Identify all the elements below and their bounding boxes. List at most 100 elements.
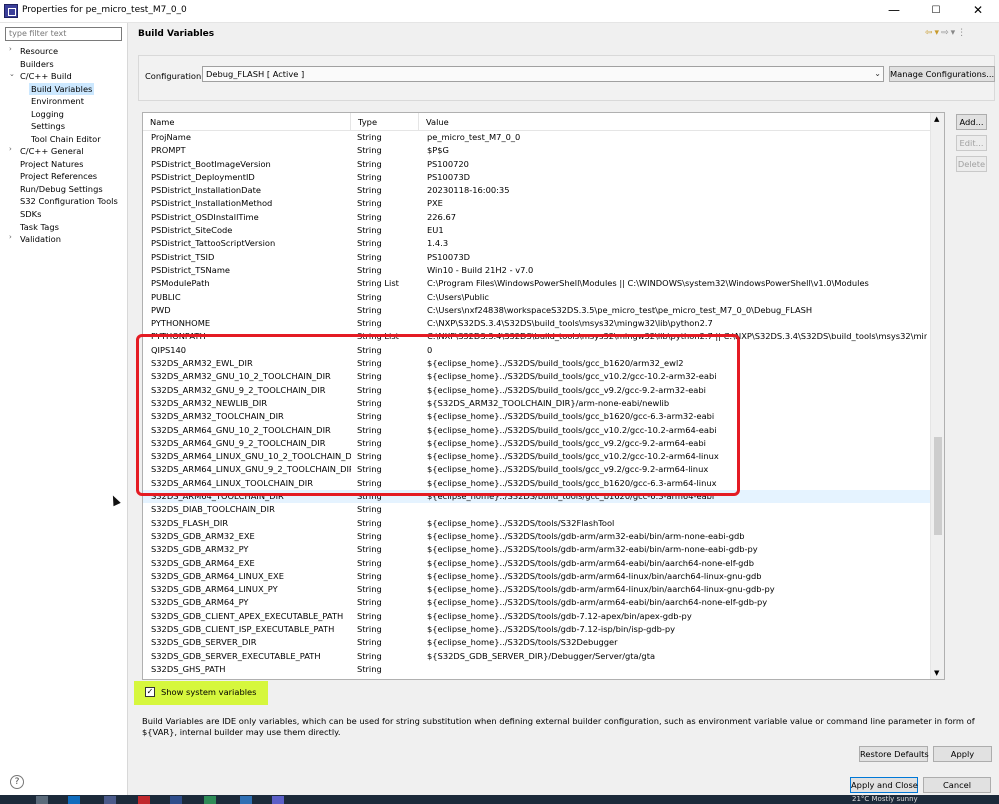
tree-collapsed-icon[interactable]: › (9, 45, 12, 53)
edit-button[interactable]: Edit... (956, 135, 987, 151)
table-row[interactable]: PSModulePath String List C:\Program Files\… (143, 277, 931, 290)
s32-icon[interactable] (170, 796, 182, 804)
table-row[interactable]: S32DS_ARM64_GNU_10_2_TOOLCHAIN_DIR String… (143, 424, 931, 437)
teams-icon[interactable] (272, 796, 284, 804)
outlook-icon[interactable] (68, 796, 80, 804)
tree-item-tool-chain-editor[interactable]: Tool Chain Editor (31, 133, 101, 145)
tree-item-environment[interactable]: Environment (31, 95, 84, 107)
apply-button[interactable]: Apply (933, 746, 992, 762)
checkbox-check-icon[interactable]: ✓ (145, 687, 155, 697)
scroll-down-icon[interactable]: ▼ (934, 669, 939, 677)
table-row[interactable]: S32DS_GDB_ARM64_LINUX_EXE String ${eclipse… (143, 570, 931, 583)
build-variables-table: Name Type Value ProjName String pe_micro_t… (142, 112, 945, 680)
table-row[interactable]: S32DS_GDB_ARM32_PY String ${eclipse_home}.… (143, 543, 931, 556)
table-scrollbar[interactable]: ▲ ▼ (930, 113, 944, 679)
tree-item-project-references[interactable]: Project References (20, 170, 97, 182)
cancel-button[interactable]: Cancel (923, 777, 991, 793)
tree-item-project-natures[interactable]: Project Natures (20, 158, 83, 170)
table-row[interactable]: PSDistrict_InstallationMethod String PXE (143, 197, 931, 210)
table-row[interactable]: S32DS_ARM32_TOOLCHAIN_DIR String ${eclipse… (143, 410, 931, 423)
tree-item-build-variables[interactable]: Build Variables (29, 83, 95, 95)
tree-item-builders[interactable]: Builders (20, 58, 54, 70)
configuration-select[interactable]: Debug_FLASH [ Active ] ⌄ (202, 66, 884, 82)
minimize-button[interactable]: — (873, 0, 915, 22)
forward-arrow-icon[interactable]: ⇨▾ (941, 28, 957, 38)
column-header-name[interactable]: Name (143, 113, 351, 131)
tree-expanded-icon[interactable]: ⌄ (9, 70, 15, 78)
scroll-up-icon[interactable]: ▲ (934, 115, 939, 123)
tree-item-task-tags[interactable]: Task Tags (20, 221, 59, 233)
tree-item-c-c-build[interactable]: C/C++ Build (20, 70, 72, 82)
table-row[interactable]: S32DS_ARM64_LINUX_GNU_10_2_TOOLCHAIN_DIR… (143, 450, 931, 463)
close-button[interactable]: ✕ (957, 0, 999, 22)
table-row[interactable]: S32DS_GDB_ARM64_EXE String ${eclipse_home}… (143, 557, 931, 570)
table-row[interactable]: S32DS_GDB_ARM32_EXE String ${eclipse_home}… (143, 530, 931, 543)
tree-item-resource[interactable]: Resource (20, 45, 58, 57)
save-icon[interactable] (104, 796, 116, 804)
table-row[interactable]: PSDistrict_TSID String PS10073D (143, 251, 931, 264)
tree-item-sdks[interactable]: SDKs (20, 208, 41, 220)
table-row[interactable]: S32DS_GDB_CLIENT_APEX_EXECUTABLE_PATH Str… (143, 610, 931, 623)
help-icon[interactable]: ? (10, 775, 24, 789)
tree-item-logging[interactable]: Logging (31, 108, 64, 120)
table-row[interactable]: PWD String C:\Users\nxf24838\workspaceS32D… (143, 304, 931, 317)
explorer-icon[interactable] (36, 796, 48, 804)
table-row[interactable]: PSDistrict_SiteCode String EU1 (143, 224, 931, 237)
table-row[interactable]: PYTHONHOME String C:\NXP\S32DS.3.4\S32DS\b… (143, 317, 931, 330)
table-row[interactable]: PROMPT String $P$G (143, 144, 931, 157)
table-row[interactable]: S32DS_GDB_ARM64_PY String ${eclipse_home}.… (143, 596, 931, 609)
table-row[interactable]: S32DS_ARM32_NEWLIB_DIR String ${S32DS_ARM3… (143, 397, 931, 410)
view-menu-icon[interactable]: ⋮ (957, 28, 968, 38)
variable-type: String (357, 557, 382, 568)
table-row[interactable]: S32DS_GHS_PATH String (143, 663, 931, 676)
table-row[interactable]: PYTHONPATH String List C:\NXP\S32DS.3.4\S3… (143, 330, 931, 343)
table-row[interactable]: S32DS_GDB_CLIENT_ISP_EXECUTABLE_PATH Stri… (143, 623, 931, 636)
table-row[interactable]: ProjName String pe_micro_test_M7_0_0 (143, 131, 931, 144)
show-system-variables-checkbox[interactable]: ✓ Show system variables (134, 681, 268, 705)
maximize-button[interactable]: ☐ (915, 0, 957, 22)
table-row[interactable]: S32DS_ARM64_LINUX_TOOLCHAIN_DIR String ${e… (143, 477, 931, 490)
table-row[interactable]: PUBLIC String C:\Users\Public (143, 291, 931, 304)
tree-item-c-c-general[interactable]: C/C++ General (20, 145, 84, 157)
table-row[interactable]: PSDistrict_TattooScriptVersion String 1.4.… (143, 237, 931, 250)
table-row[interactable]: S32DS_GDB_ARM64_LINUX_PY String ${eclipse_… (143, 583, 931, 596)
tree-item-s32-configuration-tools[interactable]: S32 Configuration Tools (20, 195, 118, 207)
manage-configurations-button[interactable]: Manage Configurations... (889, 66, 995, 82)
delete-button[interactable]: Delete (956, 156, 987, 172)
tree-item-validation[interactable]: Validation (20, 233, 61, 245)
tree-item-settings[interactable]: Settings (31, 120, 65, 132)
table-row[interactable]: PSDistrict_TSName String Win10 - Build 21H… (143, 264, 931, 277)
table-row[interactable]: S32DS_FLASH_DIR String ${eclipse_home}../S… (143, 517, 931, 530)
app-red-icon[interactable] (138, 796, 150, 804)
table-row[interactable]: S32DS_ARM32_GNU_10_2_TOOLCHAIN_DIR String… (143, 370, 931, 383)
table-row[interactable]: S32DS_GDB_SERVER_DIR String ${eclipse_home… (143, 636, 931, 649)
tree-collapsed-icon[interactable]: › (9, 145, 12, 153)
variable-value: EU1 (427, 225, 444, 236)
table-row[interactable]: S32DS_ARM32_EWL_DIR String ${eclipse_home}… (143, 357, 931, 370)
tree-item-run-debug-settings[interactable]: Run/Debug Settings (20, 183, 103, 195)
vd-icon[interactable] (240, 796, 252, 804)
column-header-value[interactable]: Value (419, 113, 931, 131)
table-row[interactable]: S32DS_ARM64_LINUX_GNU_9_2_TOOLCHAIN_DIR S… (143, 463, 931, 476)
restore-defaults-button[interactable]: Restore Defaults (859, 746, 929, 762)
table-row[interactable]: S32DS_DIAB_TOOLCHAIN_DIR String (143, 503, 931, 516)
table-row[interactable]: S32DS_GDB_SERVER_EXECUTABLE_PATH String ${… (143, 650, 931, 663)
table-row[interactable]: PSDistrict_InstallationDate String 2023011… (143, 184, 931, 197)
filter-input[interactable]: type filter text (5, 27, 122, 41)
apply-and-close-button[interactable]: Apply and Close (850, 777, 918, 793)
table-row[interactable]: PSDistrict_BootImageVersion String PS10072… (143, 158, 931, 171)
table-row[interactable]: S32DS_INITIALIZATION_SCRIPTS_DIR String ${… (143, 676, 931, 679)
scrollbar-thumb[interactable] (934, 437, 942, 535)
column-header-type[interactable]: Type (351, 113, 419, 131)
table-row[interactable]: S32DS_ARM32_GNU_9_2_TOOLCHAIN_DIR String $… (143, 384, 931, 397)
k-icon[interactable] (204, 796, 216, 804)
back-arrow-icon[interactable]: ⇦▾ (925, 28, 941, 38)
table-row[interactable]: PSDistrict_DeploymentID String PS10073D (143, 171, 931, 184)
table-row[interactable]: PSDistrict_OSDInstallTime String 226.67 (143, 211, 931, 224)
table-row[interactable]: S32DS_ARM64_TOOLCHAIN_DIR String ${eclipse… (143, 490, 931, 504)
table-row[interactable]: S32DS_ARM64_GNU_9_2_TOOLCHAIN_DIR String $… (143, 437, 931, 450)
table-row[interactable]: QIPS140 String 0 (143, 344, 931, 357)
weather-widget[interactable]: 21°C Mostly sunny (852, 795, 918, 804)
add-button[interactable]: Add... (956, 114, 987, 130)
tree-collapsed-icon[interactable]: › (9, 233, 12, 241)
